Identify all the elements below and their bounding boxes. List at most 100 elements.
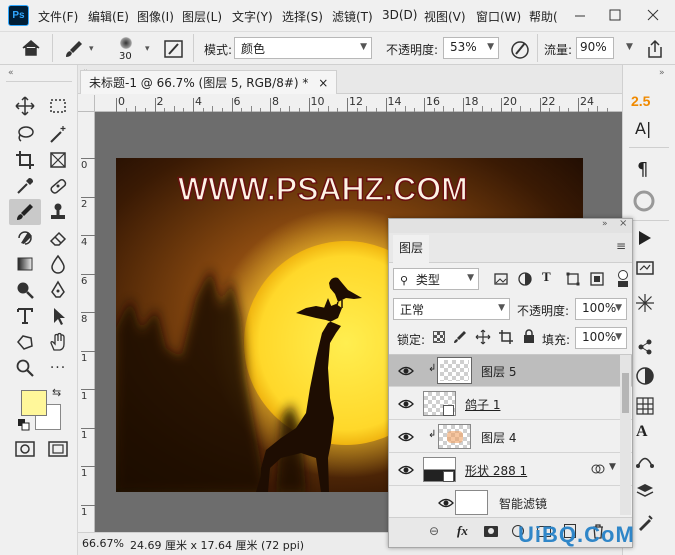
link-layers-icon[interactable]: ⊖: [429, 524, 439, 538]
menu-window[interactable]: 窗口(W): [476, 8, 521, 25]
collapse-icon[interactable]: »: [602, 219, 608, 229]
lock-transparency-icon[interactable]: [433, 331, 445, 343]
gradient-tool-icon[interactable]: [12, 252, 38, 276]
history-brush-icon[interactable]: [12, 226, 38, 250]
menu-type[interactable]: 文字(Y): [232, 8, 273, 25]
mesh-icon[interactable]: [635, 396, 655, 416]
panel-menu-icon[interactable]: ≡: [616, 239, 626, 253]
flow-input[interactable]: 90%: [576, 37, 614, 59]
pressure-opacity-icon[interactable]: [509, 38, 531, 60]
menu-3d[interactable]: 3D(D): [382, 8, 417, 22]
layer-filter-select[interactable]: ⚲ 类型 ▼: [393, 268, 479, 290]
brush-settings-icon[interactable]: [163, 38, 185, 60]
hand-tool-icon[interactable]: [45, 330, 71, 354]
menu-edit[interactable]: 编辑(E): [88, 8, 129, 25]
share-icon[interactable]: [645, 38, 665, 60]
crop-tool-icon[interactable]: [12, 148, 38, 172]
fill-input[interactable]: 100% ▼: [575, 327, 627, 349]
lock-pixels-icon[interactable]: [452, 329, 468, 345]
filter-smart-object-icon[interactable]: [589, 271, 605, 287]
blend-mode-select[interactable]: 正常 ▼: [393, 298, 510, 320]
opacity-input[interactable]: 53% ▼: [443, 37, 499, 59]
menu-layer[interactable]: 图层(L): [182, 8, 222, 25]
layers-scrollbar[interactable]: [620, 355, 631, 515]
more-tools-icon[interactable]: ···: [45, 356, 71, 380]
lock-position-icon[interactable]: [475, 329, 491, 345]
smart-filter-icon[interactable]: [591, 462, 605, 476]
layer-row[interactable]: ↲ 图层 5: [389, 355, 632, 387]
layer-row[interactable]: 智能滤镜: [389, 487, 632, 519]
play-icon[interactable]: [637, 230, 653, 246]
eraser-tool-icon[interactable]: [45, 226, 71, 250]
close-tab-icon[interactable]: ×: [318, 76, 328, 90]
brush-tool-icon[interactable]: [63, 38, 85, 60]
zoom-tool-icon[interactable]: [12, 356, 38, 380]
chevron-down-icon[interactable]: ▾: [145, 44, 150, 54]
pen-tool-icon[interactable]: [45, 278, 71, 302]
move-tool-icon[interactable]: [12, 94, 38, 118]
filter-toggle-icon[interactable]: [618, 270, 628, 280]
magic-wand-icon[interactable]: [45, 122, 71, 146]
frame-tool-icon[interactable]: [45, 148, 71, 172]
marquee-tool-icon[interactable]: [45, 94, 71, 118]
quick-mask-icon[interactable]: [12, 437, 38, 461]
filter-adjustment-icon[interactable]: [517, 271, 533, 287]
layer-opacity-input[interactable]: 100% ▼: [575, 298, 627, 320]
path-icon[interactable]: [635, 449, 655, 469]
expand-icon[interactable]: »: [659, 68, 665, 78]
tab-layers[interactable]: 图层: [393, 235, 430, 263]
chevron-down-icon[interactable]: ▼: [626, 42, 633, 52]
screen-mode-icon[interactable]: [45, 437, 71, 461]
layer-row[interactable]: ↲ 图层 4: [389, 421, 632, 453]
collapse-icon[interactable]: «: [8, 68, 14, 78]
menu-file[interactable]: 文件(F): [38, 8, 78, 25]
channels-icon[interactable]: [635, 337, 655, 357]
layer-name: 鸽子 1: [465, 398, 501, 412]
eyedropper-icon[interactable]: [12, 174, 38, 198]
layer-row[interactable]: 形状 288 1 ▼: [389, 454, 632, 486]
character-panel-icon[interactable]: A|: [635, 119, 651, 138]
menu-help[interactable]: 帮助(: [529, 8, 558, 25]
filter-shape-icon[interactable]: [565, 271, 581, 287]
blur-tool-icon[interactable]: [45, 252, 71, 276]
tools-preset-icon[interactable]: [635, 513, 655, 533]
glyphs-icon[interactable]: A: [636, 423, 648, 441]
foreground-color-swatch[interactable]: [21, 390, 47, 416]
dodge-tool-icon[interactable]: [12, 278, 38, 302]
swatch-panel-icon[interactable]: [633, 190, 655, 212]
menu-select[interactable]: 选择(S): [282, 8, 323, 25]
adjustments-icon[interactable]: [635, 366, 655, 386]
brush-preset-picker[interactable]: 30: [108, 35, 144, 63]
add-mask-icon[interactable]: [484, 526, 498, 537]
chevron-down-icon[interactable]: ▼: [609, 462, 616, 472]
zoom-level[interactable]: 66.67%: [82, 537, 124, 550]
filter-pixel-icon[interactable]: [493, 271, 509, 287]
layer-row[interactable]: 鸽子 1: [389, 388, 632, 420]
layers-panel-icon[interactable]: [635, 481, 655, 501]
swap-colors-icon[interactable]: ⇆: [52, 386, 61, 399]
mode-select[interactable]: 颜色 ▼: [234, 37, 372, 59]
fx-icon[interactable]: fx: [457, 523, 468, 539]
brush-tool-button[interactable]: [9, 199, 41, 225]
filter-type-icon[interactable]: T: [542, 269, 551, 285]
type-tool-icon[interactable]: [12, 304, 38, 328]
default-colors-icon[interactable]: [18, 419, 30, 431]
path-selection-icon[interactable]: [45, 304, 71, 328]
close-panel-icon[interactable]: ×: [619, 218, 627, 229]
lock-artboard-icon[interactable]: [498, 329, 514, 345]
home-icon[interactable]: [20, 38, 42, 58]
menu-view[interactable]: 视图(V): [424, 8, 466, 25]
chevron-down-icon[interactable]: ▾: [89, 44, 94, 54]
paragraph-panel-icon[interactable]: ¶: [637, 159, 648, 180]
healing-brush-icon[interactable]: [45, 174, 71, 198]
shape-tool-icon[interactable]: [12, 330, 38, 354]
properties-icon[interactable]: [635, 257, 655, 277]
sparkle-icon[interactable]: [635, 293, 655, 313]
menu-image[interactable]: 图像(I): [137, 8, 174, 25]
lasso-tool-icon[interactable]: [12, 122, 38, 146]
menu-filter[interactable]: 滤镜(T): [332, 8, 373, 25]
ruler-origin[interactable]: [78, 95, 95, 112]
stamp-tool-icon[interactable]: [45, 200, 71, 224]
document-tab[interactable]: 未标题-1 @ 66.7% (图层 5, RGB/8#) * ×: [80, 70, 338, 94]
lock-all-icon[interactable]: [521, 328, 537, 344]
